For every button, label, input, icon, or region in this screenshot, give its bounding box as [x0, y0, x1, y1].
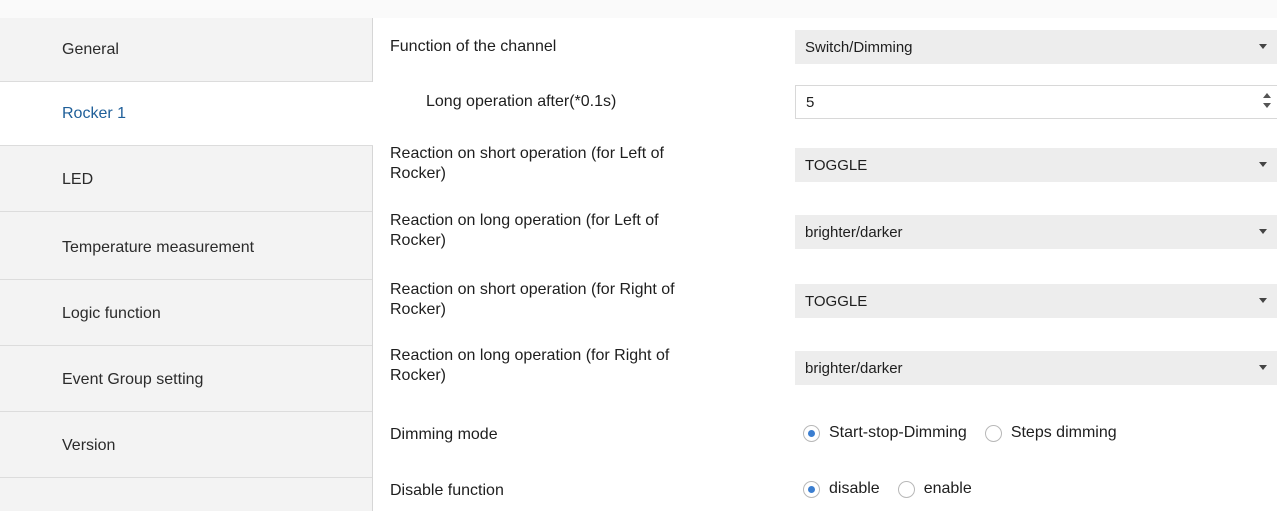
- long-left-value: brighter/darker: [805, 223, 903, 241]
- short-left-dropdown[interactable]: TOGGLE: [795, 148, 1277, 182]
- long-right-label-line1: Reaction on long operation (for Right of: [390, 347, 670, 364]
- sidebar-item-version[interactable]: Version: [0, 414, 372, 478]
- radio-unselected-icon[interactable]: [897, 480, 915, 498]
- top-strip: [0, 0, 1277, 18]
- long-right-label: Reaction on long operation (for Right of…: [390, 346, 669, 386]
- short-left-value: TOGGLE: [805, 156, 868, 174]
- sidebar-item-led[interactable]: LED: [0, 148, 372, 212]
- function-channel-dropdown[interactable]: Switch/Dimming: [795, 30, 1277, 64]
- dimming-mode-radio-group: Start-stop-Dimming Steps dimming: [803, 424, 1135, 442]
- short-right-value: TOGGLE: [805, 292, 868, 310]
- sidebar-item-logic-function[interactable]: Logic function: [0, 282, 372, 346]
- chevron-down-icon: [1259, 162, 1267, 167]
- long-right-value: brighter/darker: [805, 359, 903, 377]
- sidebar-item-label: Version: [62, 436, 116, 454]
- sidebar-item-label: Rocker 1: [62, 104, 127, 122]
- spin-down-icon[interactable]: [1263, 103, 1271, 108]
- sidebar-item-label: Event Group setting: [62, 370, 204, 388]
- long-left-label: Reaction on long operation (for Left of …: [390, 211, 659, 251]
- sidebar-item-general[interactable]: General: [0, 18, 372, 82]
- short-right-label: Reaction on short operation (for Right o…: [390, 280, 675, 320]
- function-channel-value: Switch/Dimming: [805, 38, 913, 56]
- radio-selected-icon[interactable]: [803, 480, 820, 498]
- sidebar-item-label: Logic function: [62, 304, 161, 322]
- function-channel-label: Function of the channel: [390, 38, 557, 55]
- disable-function-option-disable[interactable]: disable: [803, 480, 880, 498]
- sidebar-item-rocker-1[interactable]: Rocker 1: [0, 82, 373, 146]
- sidebar-item-temperature-measurement[interactable]: Temperature measurement: [0, 216, 372, 280]
- long-operation-label: Long operation after(*0.1s): [426, 93, 617, 110]
- short-left-label-line2: Rocker): [390, 165, 447, 182]
- short-right-label-line2: Rocker): [390, 301, 447, 318]
- radio-label: disable: [829, 480, 880, 497]
- sidebar-item-label: Temperature measurement: [62, 238, 255, 256]
- long-operation-input[interactable]: 5: [795, 85, 1277, 119]
- disable-function-option-enable[interactable]: enable: [897, 480, 972, 498]
- sidebar: General Rocker 1 LED Temperature measure…: [0, 18, 373, 511]
- long-operation-value: 5: [806, 93, 815, 111]
- radio-label: Start-stop-Dimming: [829, 424, 967, 441]
- sidebar-item-label: General: [62, 40, 119, 58]
- chevron-down-icon: [1259, 365, 1267, 370]
- radio-selected-icon[interactable]: [803, 424, 820, 442]
- long-left-label-line1: Reaction on long operation (for Left of: [390, 212, 659, 229]
- sidebar-item-label: LED: [62, 170, 94, 188]
- radio-unselected-icon[interactable]: [984, 424, 1002, 442]
- long-right-dropdown[interactable]: brighter/darker: [795, 351, 1277, 385]
- short-right-label-line1: Reaction on short operation (for Right o…: [390, 281, 675, 298]
- radio-label: Steps dimming: [1010, 424, 1117, 441]
- dimming-mode-label: Dimming mode: [390, 426, 498, 443]
- long-left-dropdown[interactable]: brighter/darker: [795, 215, 1277, 249]
- dimming-mode-option-start-stop[interactable]: Start-stop-Dimming: [803, 424, 967, 442]
- short-right-dropdown[interactable]: TOGGLE: [795, 284, 1277, 318]
- chevron-down-icon: [1259, 298, 1267, 303]
- radio-label: enable: [923, 480, 972, 497]
- chevron-down-icon: [1259, 44, 1267, 49]
- long-right-label-line2: Rocker): [390, 367, 447, 384]
- spin-up-icon[interactable]: [1263, 93, 1271, 98]
- chevron-down-icon: [1259, 229, 1267, 234]
- disable-function-radio-group: disable enable: [803, 480, 990, 498]
- sidebar-item-event-group-setting[interactable]: Event Group setting: [0, 348, 372, 412]
- long-left-label-line2: Rocker): [390, 232, 447, 249]
- dimming-mode-option-steps[interactable]: Steps dimming: [984, 424, 1117, 442]
- disable-function-label: Disable function: [390, 482, 504, 499]
- spinner-buttons[interactable]: [1262, 91, 1272, 113]
- short-left-label: Reaction on short operation (for Left of…: [390, 144, 664, 184]
- short-left-label-line1: Reaction on short operation (for Left of: [390, 145, 664, 162]
